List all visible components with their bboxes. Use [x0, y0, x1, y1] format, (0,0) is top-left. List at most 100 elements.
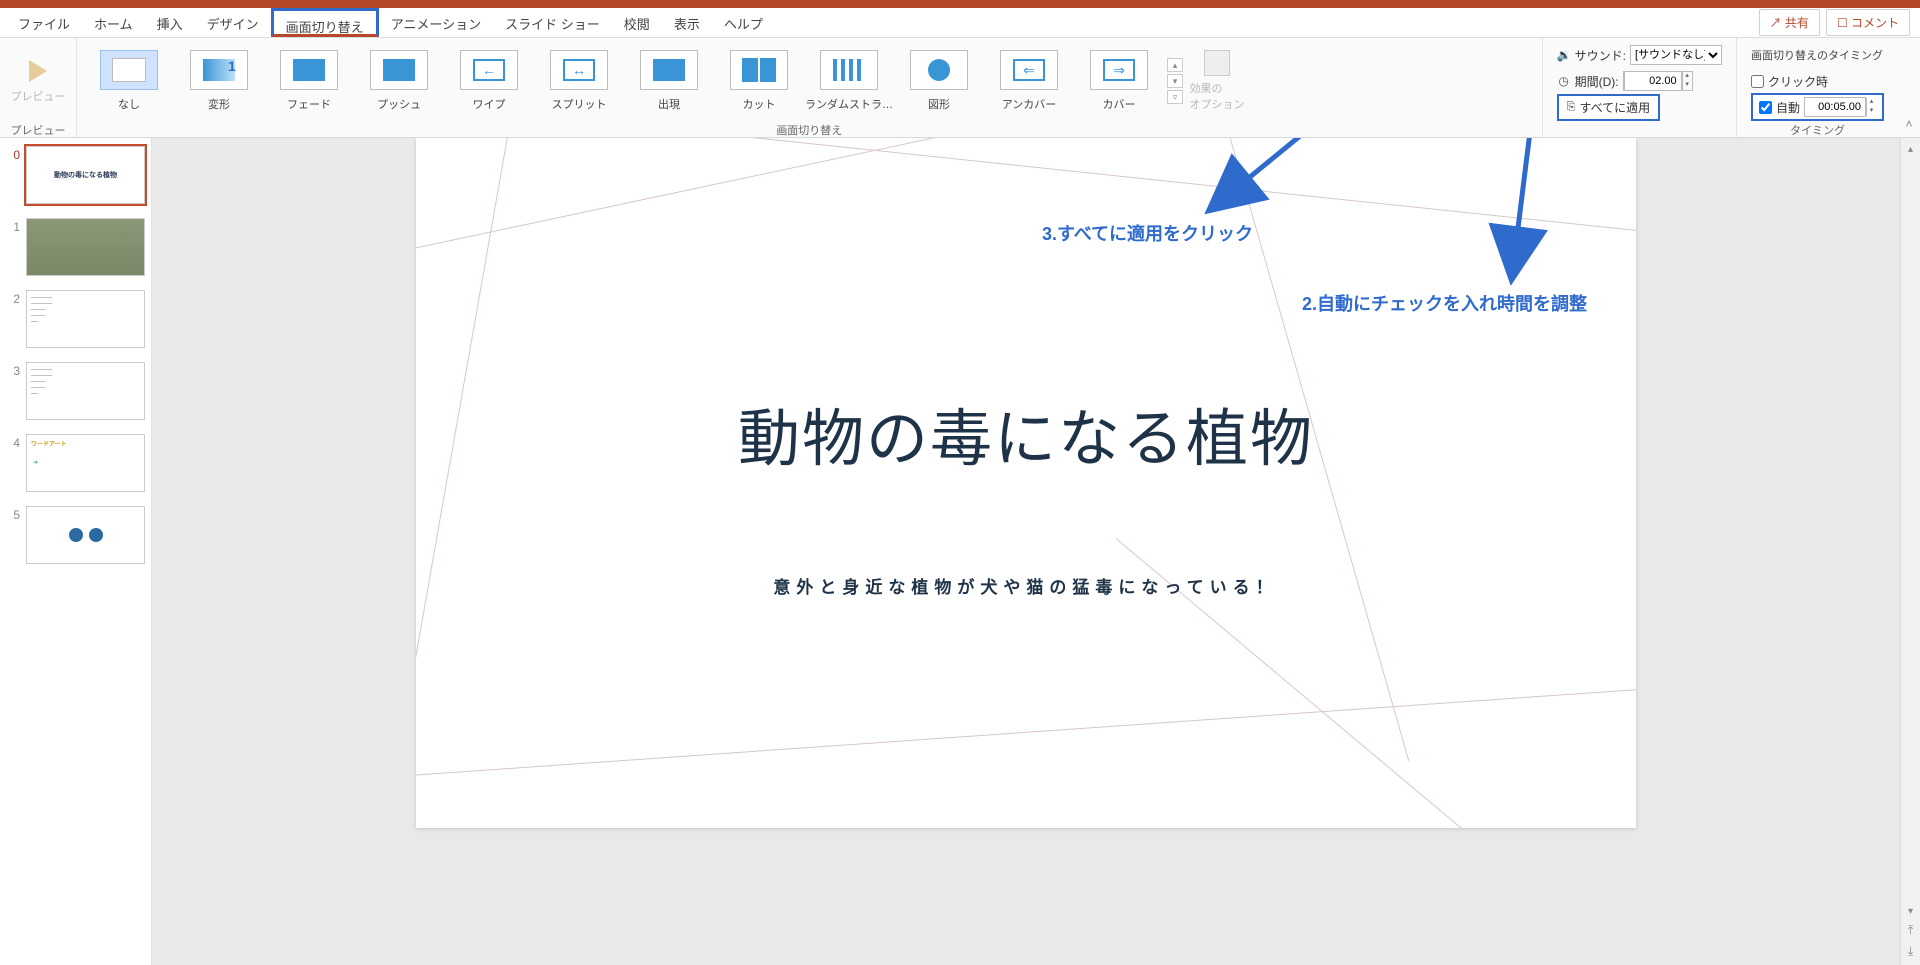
- transition-label: アンカバー: [1002, 96, 1057, 112]
- transition-label: カバー: [1103, 96, 1136, 112]
- share-button[interactable]: ↗ 共有: [1759, 9, 1820, 36]
- tab-デザイン[interactable]: デザイン: [195, 8, 271, 37]
- slide-thumb-image: ──────────────────────: [26, 362, 145, 420]
- annotation-1-number: 1: [228, 58, 236, 74]
- transition-thumb: [280, 50, 338, 90]
- scroll-up[interactable]: ▴: [1908, 144, 1913, 155]
- transition-プッシュ[interactable]: プッシュ: [357, 50, 441, 112]
- auto-down[interactable]: ▾: [1866, 107, 1876, 116]
- transition-label: フェード: [287, 96, 331, 112]
- decorative-line: [476, 138, 1636, 245]
- preview-group-label: プレビュー: [8, 120, 68, 140]
- decorative-line: [416, 138, 516, 828]
- transition-なし[interactable]: なし: [87, 50, 171, 112]
- transition-ワイプ[interactable]: ←ワイプ: [447, 50, 531, 112]
- apply-to-all-button[interactable]: ⎘ すべてに適用: [1557, 94, 1661, 121]
- tab-ホーム[interactable]: ホーム: [82, 8, 145, 37]
- duration-input[interactable]: [1624, 71, 1682, 91]
- transition-label: ワイプ: [473, 96, 506, 112]
- scroll-down[interactable]: ▾: [1908, 906, 1913, 917]
- transition-thumb: [640, 50, 698, 90]
- decorative-line: [416, 680, 1636, 779]
- duration-label: 期間(D):: [1575, 73, 1619, 90]
- ribbon-group-transitions: なし 変形フェード プッシュ←ワイプ↔スプリット出現カットランダムストラ…図形 ⇐ アン…: [77, 38, 1543, 137]
- slide-thumbnail-5[interactable]: 5: [6, 506, 145, 564]
- transition-label: なし: [118, 96, 140, 112]
- transition-アンカバー[interactable]: ⇐ アンカバー: [987, 50, 1071, 112]
- gallery-more[interactable]: ▿: [1167, 90, 1183, 104]
- auto-time-input[interactable]: [1804, 97, 1866, 117]
- tab-挿入[interactable]: 挿入: [145, 8, 195, 37]
- collapse-ribbon-button[interactable]: ˄: [1898, 38, 1920, 137]
- tab-画面切り替え[interactable]: 画面切り替え: [271, 8, 379, 37]
- slide-thumbnail-3[interactable]: 3 ──────────────────────: [6, 362, 145, 420]
- transitions-group-label: 画面切り替え: [85, 120, 1534, 140]
- duration-up[interactable]: ▴: [1682, 72, 1692, 81]
- transition-変形[interactable]: 変形: [177, 50, 261, 112]
- comment-button[interactable]: ☐ コメント: [1826, 9, 1910, 36]
- transition-thumb: ⇐: [1000, 50, 1058, 90]
- slide-editor[interactable]: 動物の毒になる植物 意外と身近な植物が犬や猫の猛毒になっている！ 3.すべてに適…: [152, 138, 1900, 965]
- transition-gallery: なし 変形フェード プッシュ←ワイプ↔スプリット出現カットランダムストラ…図形 ⇐ アン…: [85, 46, 1163, 116]
- next-slide-button[interactable]: ⤓: [1908, 944, 1913, 959]
- menu-bar: ファイルホーム挿入デザイン画面切り替えアニメーションスライド ショー校閲表示ヘル…: [0, 8, 1920, 38]
- slide-panel[interactable]: 0動物の毒になる植物 1 2 ────────────────────── 3 ─────…: [0, 138, 152, 965]
- auto-up[interactable]: ▴: [1866, 98, 1876, 107]
- transition-カバー[interactable]: ⇒ カバー: [1077, 50, 1161, 112]
- slide-number: 3: [6, 362, 20, 378]
- ribbon-group-sound-duration: 🔉 サウンド: [サウンドなし] ◷ 期間(D): ▴▾ ⎘ すべてに適用: [1543, 38, 1737, 137]
- transition-出現[interactable]: 出現: [627, 50, 711, 112]
- vertical-scrollbar[interactable]: ▴ ▾ ⤒ ⤓: [1900, 138, 1920, 965]
- transition-図形[interactable]: 図形: [897, 50, 981, 112]
- tab-校閲[interactable]: 校閲: [612, 8, 662, 37]
- slide-thumbnail-1[interactable]: 1: [6, 218, 145, 276]
- auto-time-spinner[interactable]: ▴▾: [1804, 97, 1876, 117]
- transition-フェード[interactable]: フェード: [267, 50, 351, 112]
- tab-スライド ショー[interactable]: スライド ショー: [493, 8, 612, 37]
- title-bar: [0, 0, 1920, 8]
- slide-thumbnail-4[interactable]: 4 ワードアート➔: [6, 434, 145, 492]
- slide-thumb-image: ワードアート➔: [26, 434, 145, 492]
- auto-advance-checkbox[interactable]: [1759, 101, 1772, 114]
- slide-subtitle-text[interactable]: 意外と身近な植物が犬や猫の猛毒になっている！: [416, 573, 1636, 598]
- transition-カット[interactable]: カット: [717, 50, 801, 112]
- transition-thumb: ⇒: [1090, 50, 1148, 90]
- slide-thumbnail-2[interactable]: 2 ──────────────────────: [6, 290, 145, 348]
- sound-select[interactable]: [サウンドなし]: [1630, 45, 1722, 65]
- slide-title-text[interactable]: 動物の毒になる植物: [416, 388, 1636, 478]
- transition-thumb: [190, 50, 248, 90]
- prev-slide-button[interactable]: ⤒: [1908, 923, 1913, 938]
- duration-spinner[interactable]: ▴▾: [1623, 71, 1693, 91]
- apply-all-icon: ⎘: [1567, 101, 1576, 114]
- preview-button[interactable]: プレビュー: [8, 42, 68, 120]
- gallery-down[interactable]: ▾: [1167, 74, 1183, 88]
- transition-label: ランダムストラ…: [805, 96, 893, 112]
- slide-canvas[interactable]: 動物の毒になる植物 意外と身近な植物が犬や猫の猛毒になっている！: [416, 138, 1636, 828]
- ribbon-group-timing: 画面切り替えのタイミング クリック時 自動 ▴▾: [1737, 38, 1898, 137]
- transition-スプリット[interactable]: ↔スプリット: [537, 50, 621, 112]
- tab-アニメーション[interactable]: アニメーション: [379, 8, 493, 37]
- slide-number: 4: [6, 434, 20, 450]
- on-click-checkbox[interactable]: [1751, 75, 1764, 88]
- effect-options-icon: [1204, 50, 1230, 76]
- tab-ファイル[interactable]: ファイル: [6, 8, 82, 37]
- gallery-up[interactable]: ▴: [1167, 58, 1183, 72]
- slide-thumbnail-0[interactable]: 0動物の毒になる植物: [6, 146, 145, 204]
- sound-label: サウンド:: [1575, 47, 1626, 64]
- speaker-icon: 🔉: [1557, 48, 1571, 62]
- effect-options-label: 効果の オプション: [1190, 80, 1245, 112]
- effect-options-button[interactable]: 効果の オプション: [1187, 42, 1247, 120]
- workspace: 0動物の毒になる植物 1 2 ────────────────────── 3 ─────…: [0, 138, 1920, 965]
- on-click-label: クリック時: [1768, 73, 1828, 90]
- transition-ランダムストラ…[interactable]: ランダムストラ…: [807, 50, 891, 112]
- clock-icon: ◷: [1557, 74, 1571, 88]
- share-label: 共有: [1785, 16, 1809, 30]
- slide-thumb-image: ──────────────────────: [26, 290, 145, 348]
- transition-thumb: [100, 50, 158, 90]
- tab-ヘルプ[interactable]: ヘルプ: [712, 8, 775, 37]
- duration-down[interactable]: ▾: [1682, 81, 1692, 90]
- tab-表示[interactable]: 表示: [662, 8, 712, 37]
- comment-label: コメント: [1851, 16, 1899, 30]
- slide-number: 2: [6, 290, 20, 306]
- slide-thumb-image: 動物の毒になる植物: [26, 146, 145, 204]
